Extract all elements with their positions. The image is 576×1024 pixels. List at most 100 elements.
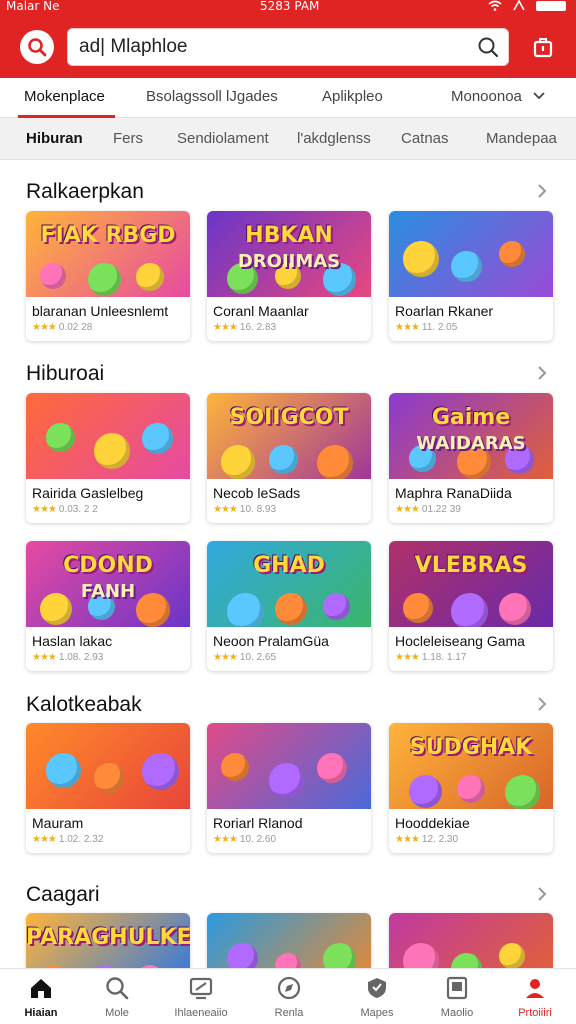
status-bar: Malar Ne 5283 PAM	[0, 0, 576, 14]
chevron-right-icon[interactable]	[536, 886, 548, 902]
cartoon-character-image	[227, 593, 264, 627]
game-logo-text: SUDGHAK	[409, 735, 533, 760]
tab-marketplace[interactable]: Mokenplace	[24, 88, 105, 105]
search-icon[interactable]	[477, 36, 499, 58]
nav-compass[interactable]: Renla	[248, 975, 330, 1019]
tab-more[interactable]: Monoonoa	[451, 88, 546, 105]
nav-shield[interactable]: Mapes	[336, 975, 418, 1019]
search-input[interactable]: ad| Mlaphloe	[67, 28, 509, 66]
app-card[interactable]: FIAK RBGD blaranan Unleesnlemt ★★★ 0.02 28	[26, 211, 190, 341]
rating-value: 0.03. 2 2	[58, 504, 98, 515]
app-rating: ★★★ 0.02 28	[32, 322, 92, 333]
cartoon-character-image	[317, 445, 353, 479]
rating-value: 1.18. 1.17	[421, 652, 467, 663]
game-logo-text: PARAGHULKE	[26, 925, 190, 950]
star-rating-icon: ★★★	[32, 834, 57, 845]
cartoon-character-image	[46, 423, 75, 452]
app-card[interactable]: Roriarl Rlanod ★★★ 10. 2.60	[207, 723, 371, 853]
cartoon-character-image	[94, 433, 130, 469]
app-card[interactable]: Gaime WAIDARAS Maphra RanaDiida ★★★ 01.22 39	[389, 393, 553, 523]
category-tab-sendiolament[interactable]: Sendiolament	[177, 130, 269, 147]
nav-monitor[interactable]: Ihlaeneaiio	[160, 975, 242, 1019]
chevron-right-icon[interactable]	[536, 696, 548, 712]
cartoon-character-image	[403, 593, 433, 623]
chevron-right-icon[interactable]	[536, 365, 548, 381]
tab-apps[interactable]: Aplikpleo	[322, 88, 383, 105]
app-thumbnail: SUDGHAK	[389, 723, 553, 809]
tab-updates[interactable]: Bsolagssoll lJgades	[146, 88, 278, 105]
cartoon-character-image	[275, 593, 307, 625]
app-card[interactable]	[207, 913, 371, 973]
chevron-down-icon	[533, 92, 545, 100]
app-card[interactable]: GHAD Neoon PralamGüa ★★★ 10. 2.65	[207, 541, 371, 671]
app-name: Roriarl Rlanod	[213, 815, 303, 831]
app-thumbnail: Gaime WAIDARAS	[389, 393, 553, 479]
app-card[interactable]: HBKAN DROIIMAS Coranl Maanlar ★★★ 16. 2.83	[207, 211, 371, 341]
app-name: Necob leSads	[213, 485, 301, 501]
app-card[interactable]: Roarlan Rkaner ★★★ 11. 2.05	[389, 211, 553, 341]
nav-profile[interactable]: Prtoiiiri	[494, 975, 576, 1019]
app-rating: ★★★ 11. 2.05	[395, 322, 457, 333]
app-thumbnail	[26, 723, 190, 809]
section-title-ralkaerpkan: Ralkaerpkan	[26, 180, 144, 203]
tablet-icon	[446, 976, 468, 1000]
chevron-right-icon[interactable]	[536, 183, 548, 199]
cartoon-character-image	[40, 263, 66, 289]
rating-value: 0.02 28	[58, 322, 93, 333]
game-logo-subtext: WAIDARAS	[416, 433, 526, 454]
nav-home[interactable]: Hiaian	[0, 975, 82, 1019]
app-card[interactable]: SUDGHAK Hooddekiae ★★★ 12. 2.30	[389, 723, 553, 853]
home-icon	[31, 979, 51, 998]
cartoon-character-image	[499, 593, 531, 625]
app-card[interactable]: Rairida Gaslelbeg ★★★ 0.03. 2 2	[26, 393, 190, 523]
game-logo-text: SOIIGCOT	[229, 405, 349, 430]
cartoon-character-image	[457, 775, 485, 803]
nav-search[interactable]: Mole	[76, 975, 158, 1019]
app-thumbnail	[207, 723, 371, 809]
cartoon-character-image	[94, 763, 124, 793]
rating-value: 10. 2.65	[239, 652, 277, 663]
star-rating-icon: ★★★	[213, 322, 238, 333]
top-tabs: Mokenplace Bsolagssoll lJgades Aplikpleo…	[0, 78, 576, 118]
rating-value: 16. 2.83	[239, 322, 277, 333]
app-card[interactable]: SOIIGCOT Necob leSads ★★★ 10. 8.93	[207, 393, 371, 523]
app-thumbnail	[207, 913, 371, 973]
app-name: Roarlan Rkaner	[395, 303, 494, 319]
cartoon-character-image	[142, 753, 179, 790]
rating-value: 10. 8.93	[239, 504, 277, 515]
wifi-icon	[488, 0, 502, 11]
cartoon-character-image	[221, 445, 255, 479]
rating-value: 01.22 39	[421, 504, 461, 515]
app-name: blaranan Unleesnlemt	[32, 303, 169, 319]
cartoon-character-image	[451, 593, 488, 627]
status-carrier: Malar Ne	[6, 0, 60, 13]
app-card[interactable]	[389, 913, 553, 973]
app-name: Haslan lakac	[32, 633, 113, 649]
cartoon-character-image	[451, 251, 482, 282]
category-tab-mandepaa[interactable]: Mandepaa	[486, 130, 557, 147]
star-rating-icon: ★★★	[213, 834, 238, 845]
cartoon-character-image	[269, 763, 304, 798]
category-tab-akdglenss[interactable]: l'akdglenss	[297, 130, 371, 147]
game-logo-subtext: DROIIMAS	[237, 251, 341, 272]
game-logo-text: HBKAN	[245, 223, 333, 248]
category-tab-fers[interactable]: Fers	[113, 130, 143, 147]
cartoon-character-image	[136, 263, 164, 291]
app-card[interactable]: VLEBRAS Hocleleiseang Gama ★★★ 1.18. 1.17	[389, 541, 553, 671]
shopping-bag-icon[interactable]	[532, 36, 554, 58]
category-tab-catnas[interactable]: Catnas	[401, 130, 449, 147]
app-card[interactable]: CDOND FANH Haslan lakac ★★★ 1.08. 2.93	[26, 541, 190, 671]
app-thumbnail: PARAGHULKE	[26, 913, 190, 973]
app-card[interactable]: Mauram ★★★ 1.02. 2.32	[26, 723, 190, 853]
game-logo-text: GHAD	[253, 553, 325, 578]
cartoon-character-image	[499, 943, 525, 969]
app-rating: ★★★ 1.18. 1.17	[395, 652, 466, 663]
rating-value: 11. 2.05	[421, 322, 458, 333]
nav-tablet[interactable]: Maolio	[416, 975, 498, 1019]
app-card[interactable]: PARAGHULKE	[26, 913, 190, 973]
bottom-navigation: Hiaian Mole Ihlaeneaiio Renla Mapes Maol…	[0, 968, 576, 1024]
cartoon-character-image	[142, 423, 173, 454]
app-thumbnail: GHAD	[207, 541, 371, 627]
category-tab-hiburan[interactable]: Hiburan	[26, 130, 83, 147]
app-logo-button[interactable]	[20, 30, 54, 64]
